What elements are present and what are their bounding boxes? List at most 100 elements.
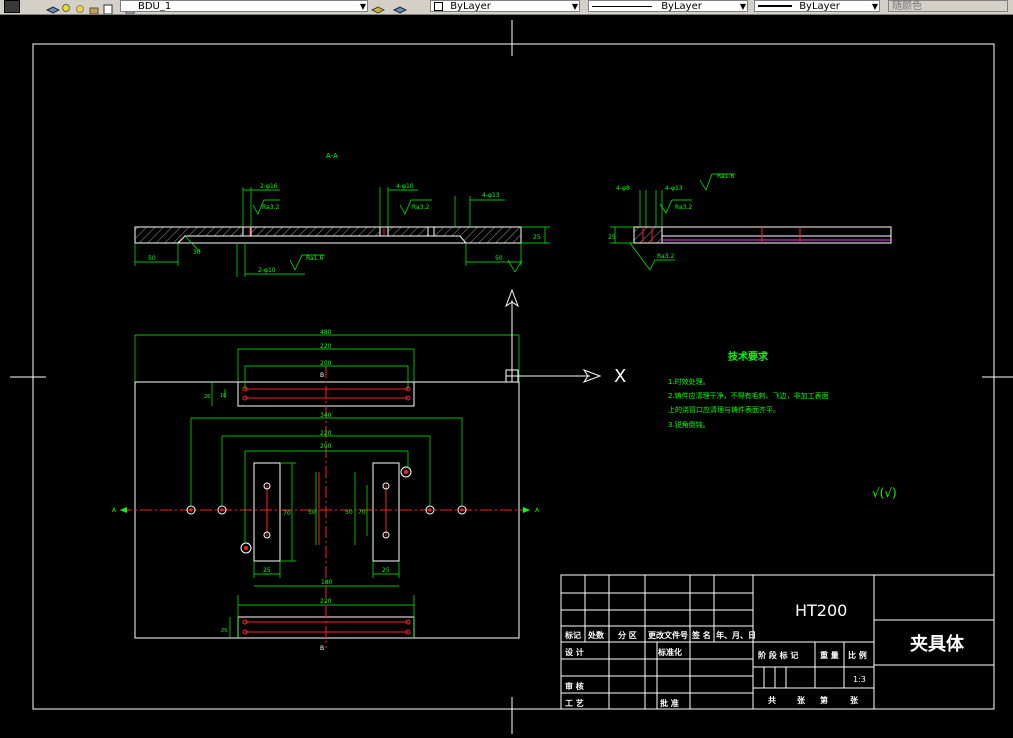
svg-text:26: 26	[204, 394, 210, 400]
svg-text:4-φ8: 4-φ8	[616, 185, 630, 192]
svg-text:B: B	[320, 645, 324, 652]
svg-text:批 准: 批 准	[660, 698, 679, 708]
chevron-down-icon: ▼	[871, 2, 878, 11]
svg-text:4-φ13: 4-φ13	[665, 185, 683, 192]
svg-text:50: 50	[345, 509, 353, 516]
color-swatch-icon	[434, 1, 443, 11]
lock-icon[interactable]	[88, 0, 100, 14]
linetype-preview-icon	[592, 5, 652, 7]
layer-dropdown[interactable]: BDU_1 ▼	[120, 0, 368, 12]
svg-text:年、月、日: 年、月、日	[716, 630, 756, 640]
section-view: 50 30 50 25 2-φ16 4-φ10 4-φ13 Ra3.2 Ra3.…	[134, 183, 550, 277]
side-view: 4-φ8 4-φ13 Ra1.6 Ra3.2 Ra3.2 25	[608, 173, 892, 271]
plot-icon[interactable]	[102, 0, 114, 14]
tech-notes-title: 技术要求	[728, 350, 769, 363]
svg-text:2-φ16: 2-φ16	[260, 183, 278, 190]
svg-text:设 计: 设 计	[565, 647, 584, 657]
svg-text:25: 25	[382, 567, 390, 574]
lineweight-dropdown[interactable]: ByLayer ▼	[754, 0, 880, 12]
tech-note-2: 2.铸件应清理干净，不得有毛刺、飞边，非加工表面	[668, 391, 829, 400]
svg-text:Ra3.2: Ra3.2	[262, 204, 279, 211]
scale-value: 1:3	[853, 675, 866, 684]
chevron-down-icon: ▼	[571, 2, 578, 11]
plotstyle-dropdown[interactable]: 随颜色	[888, 0, 1008, 12]
chevron-down-icon: ▼	[739, 2, 746, 11]
svg-text:A: A	[112, 507, 117, 514]
svg-text:220: 220	[320, 343, 332, 350]
svg-text:480: 480	[320, 329, 332, 336]
svg-text:Ra1.6: Ra1.6	[717, 173, 734, 180]
svg-text:2-φ10: 2-φ10	[258, 267, 276, 274]
svg-text:Ra3.2: Ra3.2	[412, 204, 429, 211]
svg-text:4-φ13: 4-φ13	[482, 192, 500, 199]
roughness-note: √(√)	[872, 486, 897, 500]
svg-text:分 区: 分 区	[618, 630, 637, 640]
linetype-value: ByLayer	[661, 1, 702, 12]
plotstyle-value: 随颜色	[892, 1, 922, 12]
svg-text:70: 70	[283, 510, 291, 517]
svg-text:张: 张	[797, 696, 806, 705]
tech-note-4: 3.锐角倒钝。	[668, 420, 710, 429]
sun-icon[interactable]	[74, 0, 86, 13]
svg-text:25: 25	[221, 628, 227, 634]
svg-text:A: A	[535, 507, 540, 514]
layer-value: BDU_1	[138, 1, 172, 12]
svg-text:220: 220	[320, 598, 332, 605]
layer-previous-icon[interactable]	[392, 0, 408, 14]
tech-note-1: 1.时效处理。	[668, 377, 710, 386]
properties-toolbar: BDU_1 ▼ ByLayer ▼ ByLayer ▼ ByLayer ▼ 随颜…	[0, 0, 1013, 15]
color-dropdown[interactable]: ByLayer ▼	[430, 0, 580, 12]
svg-text:30: 30	[193, 249, 201, 256]
lightbulb-icon[interactable]	[60, 0, 72, 12]
layer-manager-icon[interactable]	[4, 0, 20, 13]
technical-requirements: 技术要求 1.时效处理。 2.铸件应清理干净，不得有毛刺、飞边，非加工表面 上的…	[668, 350, 829, 429]
plan-view: 480 220 200 340 220 200 26 16 70 50 50 7…	[112, 329, 540, 652]
svg-text:重 量: 重 量	[820, 650, 839, 660]
svg-text:签 名: 签 名	[691, 630, 711, 640]
svg-text:25: 25	[533, 234, 541, 241]
svg-text:工 艺: 工 艺	[565, 698, 584, 708]
svg-text:X: X	[614, 366, 626, 387]
layer-stack-icon[interactable]	[45, 0, 61, 14]
lineweight-preview-icon	[758, 5, 792, 7]
svg-text:比 例: 比 例	[848, 650, 867, 660]
tech-note-3: 上的浇冒口应清理与铸件表面齐平。	[668, 405, 780, 414]
svg-text:张: 张	[850, 696, 859, 705]
svg-text:Ra3.2: Ra3.2	[657, 253, 674, 260]
svg-text:25: 25	[263, 567, 271, 574]
part-name: 夹具体	[910, 633, 965, 655]
title-block: HT200 夹具体 1:3 标记 处数 分 区 更改文件号 签 名 年、月、日 …	[560, 574, 995, 710]
svg-text:更改文件号: 更改文件号	[648, 630, 688, 640]
svg-text:处数: 处数	[587, 630, 605, 640]
svg-text:审 核: 审 核	[565, 681, 584, 691]
svg-text:50: 50	[148, 255, 156, 262]
svg-text:50: 50	[495, 255, 503, 262]
svg-text:Ra1.6: Ra1.6	[306, 255, 323, 262]
color-value: ByLayer	[450, 1, 491, 12]
svg-text:16: 16	[220, 393, 226, 399]
svg-text:340: 340	[320, 412, 332, 419]
chevron-down-icon: ▼	[359, 2, 366, 11]
section-label: A-A	[326, 152, 338, 160]
drawing-canvas[interactable]: A-A 50 30 50 25 2-φ16 4-φ10 4-φ13 Ra3.2 …	[0, 14, 1013, 734]
svg-text:阶 段 标 记: 阶 段 标 记	[758, 650, 798, 660]
svg-text:200: 200	[320, 360, 332, 367]
svg-text:Ra3.2: Ra3.2	[675, 204, 692, 211]
ucs-icon: X	[504, 288, 626, 387]
svg-text:70: 70	[358, 509, 366, 516]
svg-text:第: 第	[820, 695, 828, 705]
svg-text:B: B	[320, 372, 324, 379]
lineweight-value: ByLayer	[799, 1, 840, 12]
svg-text:标记: 标记	[564, 630, 581, 640]
svg-text:50: 50	[308, 509, 316, 516]
svg-text:4-φ10: 4-φ10	[396, 183, 414, 190]
make-current-layer-icon[interactable]	[370, 0, 386, 14]
svg-text:25: 25	[608, 234, 616, 241]
svg-text:200: 200	[320, 443, 332, 450]
linetype-dropdown[interactable]: ByLayer ▼	[588, 0, 748, 12]
svg-text:220: 220	[320, 430, 332, 437]
svg-text:180: 180	[321, 579, 333, 586]
material-label: HT200	[795, 601, 847, 620]
svg-text:标准化: 标准化	[657, 647, 682, 657]
svg-text:共: 共	[768, 695, 776, 705]
